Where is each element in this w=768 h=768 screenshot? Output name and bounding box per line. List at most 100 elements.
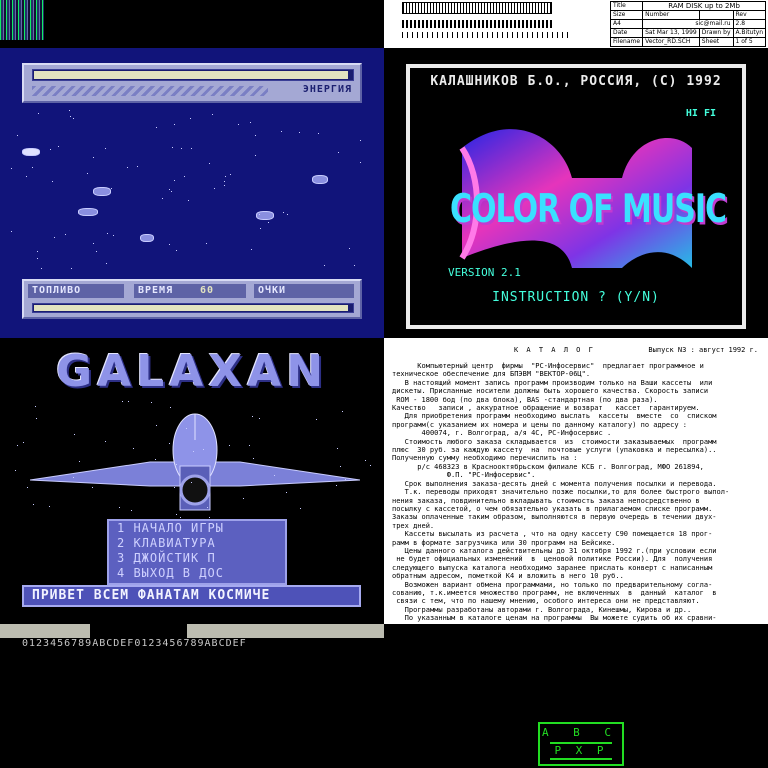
star <box>52 181 54 183</box>
star <box>92 157 94 159</box>
sheet-value: 1 of 5 <box>732 37 767 47</box>
title-label: Title <box>609 1 644 11</box>
star <box>95 251 97 253</box>
star <box>23 442 25 444</box>
star <box>175 464 177 466</box>
star <box>35 406 37 408</box>
star <box>70 115 72 117</box>
spaceship-icon <box>30 413 360 511</box>
menu-item-joystick[interactable]: 3 ДЖОЙСТИК П <box>109 551 285 566</box>
star <box>183 176 185 178</box>
star <box>192 451 194 453</box>
energy-panel: ЭНЕРГИЯ <box>22 63 362 103</box>
star <box>106 263 108 265</box>
star <box>249 122 251 124</box>
energy-panel-pattern <box>32 86 268 96</box>
menu-item-start[interactable]: 1 НАЧАЛО ИГРЫ <box>109 521 285 536</box>
space-game-screen: ЭНЕРГИЯ ТОПЛИВО ВРЕМЯ 60 ОЧКИ <box>0 48 384 338</box>
score-box: ОЧКИ <box>254 284 354 298</box>
star <box>337 152 339 154</box>
abc-glyph-box: A B C P X P <box>538 722 624 766</box>
energy-label: ЭНЕРГИЯ <box>302 84 352 95</box>
star <box>127 167 129 169</box>
star <box>229 445 231 447</box>
star <box>242 497 244 499</box>
star <box>155 459 157 461</box>
fuel-label: ТОПЛИВО <box>32 285 82 296</box>
energy-bar <box>32 69 354 81</box>
menu-item-exit[interactable]: 4 ВЫХОД В ДОС <box>109 566 285 581</box>
star <box>191 147 193 149</box>
star <box>189 118 191 120</box>
star <box>87 172 89 174</box>
star <box>10 167 12 169</box>
font-strip-segment <box>187 624 384 638</box>
star <box>137 166 139 167</box>
star <box>36 250 38 252</box>
star <box>54 236 56 238</box>
date-label: Date <box>609 28 644 38</box>
star <box>50 149 52 151</box>
font-strip-segment <box>0 624 90 638</box>
star <box>118 506 120 508</box>
star <box>342 410 344 412</box>
star <box>16 134 18 136</box>
star <box>169 189 171 191</box>
star <box>169 407 171 409</box>
star <box>11 231 13 232</box>
star <box>70 267 72 269</box>
star <box>173 486 175 488</box>
star <box>176 514 178 516</box>
star <box>359 140 361 142</box>
rev-label: Rev <box>732 10 767 20</box>
star <box>323 264 325 266</box>
schematic-pin-row <box>402 20 552 28</box>
alien-ship-icon <box>78 208 98 216</box>
menu-item-keyboard[interactable]: 2 КЛАВИАТУРА <box>109 536 285 551</box>
author-credit: КАЛАШНИКОВ Б.О., РОССИЯ, (С) 1992 <box>430 74 722 89</box>
star <box>223 180 225 182</box>
color-of-music-screen: КАЛАШНИКОВ Б.О., РОССИЯ, (С) 1992 HI FI … <box>384 48 768 338</box>
star <box>112 235 114 236</box>
abc-row-1: A B C <box>541 726 621 739</box>
size-value: A4 <box>609 19 644 29</box>
star <box>268 221 270 223</box>
fuel-bar-fill <box>34 305 348 311</box>
schematic-pin-row <box>402 2 552 14</box>
star <box>205 242 207 244</box>
star <box>224 185 226 187</box>
star <box>273 474 275 476</box>
font-sample-strip: 0123456789ABCDEF0123456789ABCDEF <box>0 624 384 649</box>
star <box>73 476 75 478</box>
star <box>64 233 66 235</box>
star <box>186 428 188 430</box>
star <box>131 509 132 511</box>
star <box>281 131 283 133</box>
alien-ship-icon <box>93 187 111 196</box>
fuel-bar <box>32 303 354 313</box>
star <box>74 434 76 436</box>
filename-value: Vector_RD.SCH <box>642 37 700 47</box>
star <box>202 448 204 450</box>
star <box>17 444 19 446</box>
logo-text: COLOR OF MUSIC <box>450 186 727 233</box>
instruction-prompt[interactable]: INSTRUCTION ? (Y/N) <box>410 290 742 305</box>
star <box>318 133 320 135</box>
galaxan-title-screen: GALAXAN 1 НАЧАЛО ИГРЫ 2 КЛАВИАТУРА 3 ДЖО… <box>0 338 384 624</box>
schematic-title-block: Title RAM DISK up to 2Mb Size Number Rev… <box>384 0 768 48</box>
star <box>150 401 152 403</box>
star <box>349 247 351 249</box>
star <box>25 175 27 177</box>
star <box>249 444 251 446</box>
date-value: Sat Mar 13, 1999 <box>642 28 700 38</box>
star <box>49 505 51 507</box>
star <box>252 457 254 459</box>
alien-ship-icon <box>140 234 154 242</box>
title-value: RAM DISK up to 2Mb <box>642 1 767 11</box>
star <box>172 147 173 149</box>
game-title: GALAXAN <box>55 346 329 397</box>
star <box>91 486 93 488</box>
monitor-screen: КАЛАШНИКОВ Б.О., РОССИЯ, (С) 1992 HI FI … <box>410 68 742 325</box>
top-left-graphic-strip <box>0 0 384 48</box>
catalog-body: Компьютерный центр фирмы "РС-Инфосервис"… <box>392 362 730 623</box>
